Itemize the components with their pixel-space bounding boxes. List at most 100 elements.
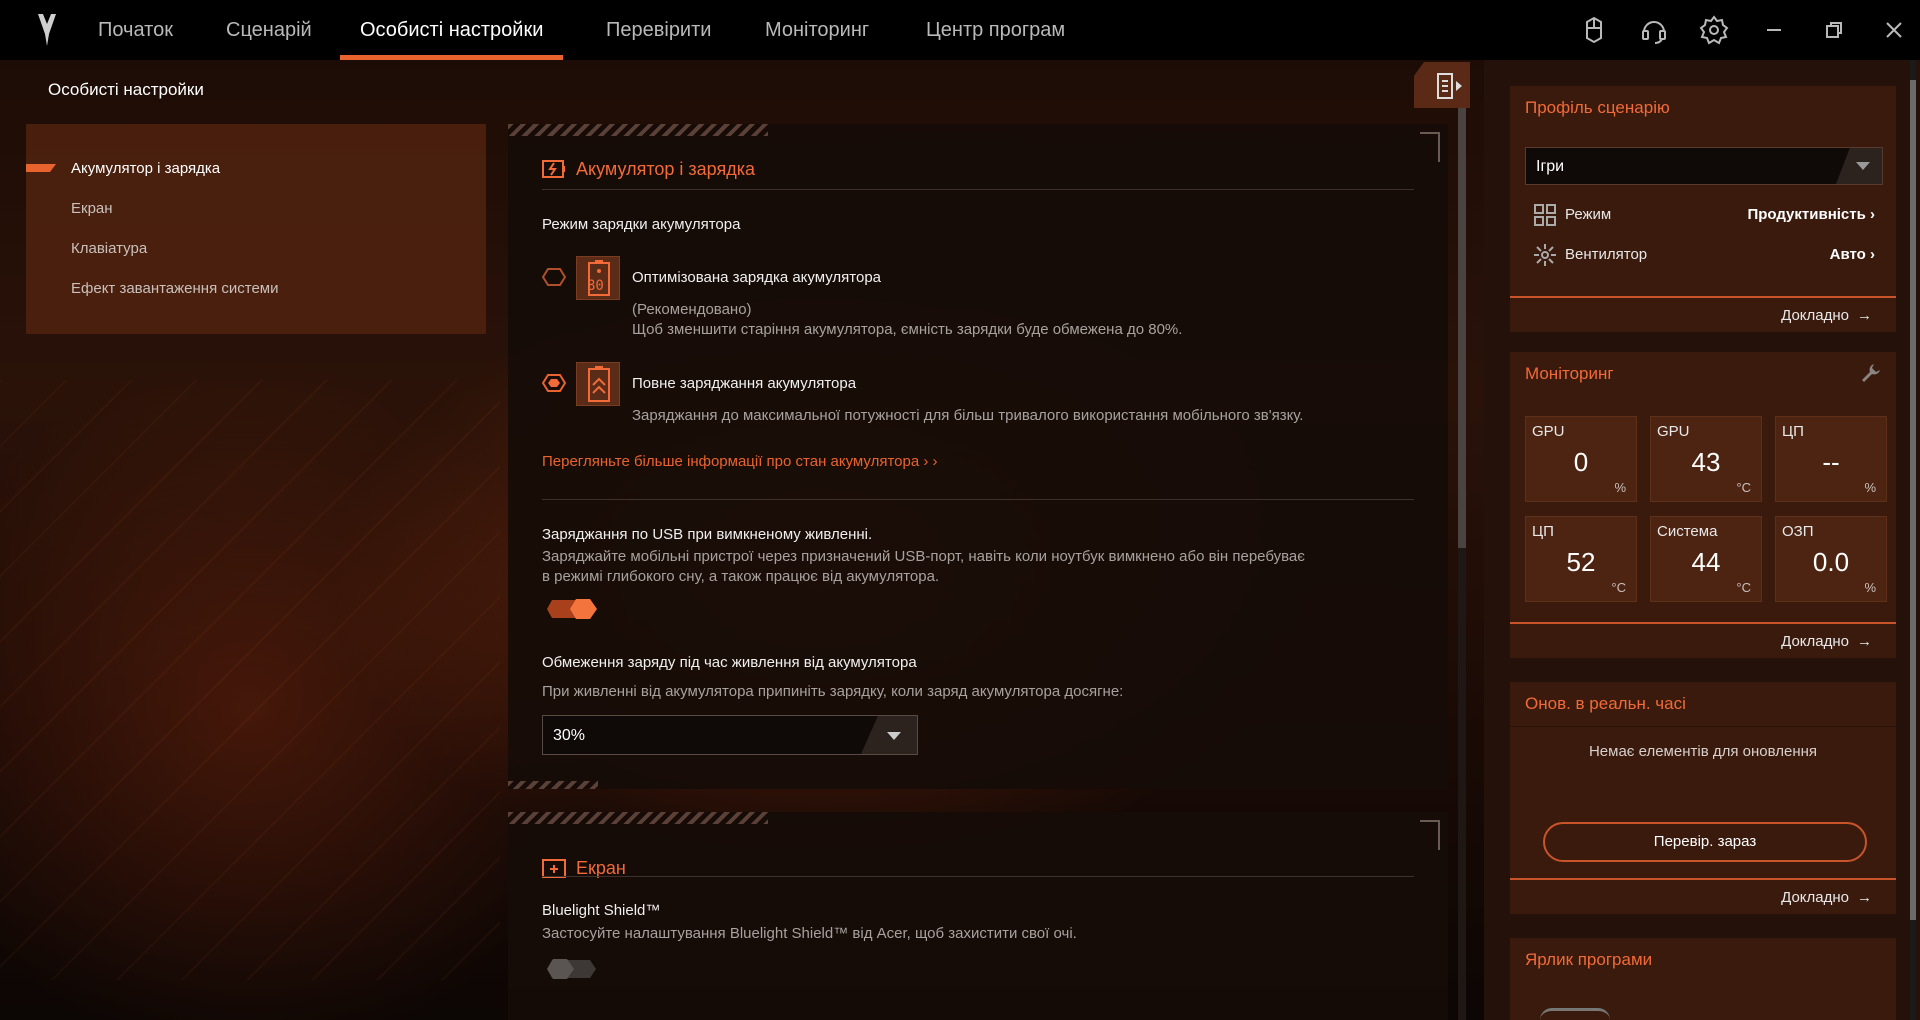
check-now-label: Перевір. зараз bbox=[1653, 833, 1757, 850]
mouse-icon[interactable] bbox=[1578, 14, 1610, 46]
radio-optimized-charging[interactable] bbox=[542, 268, 566, 286]
tile-label: GPU bbox=[1657, 423, 1690, 440]
tile-value: -- bbox=[1822, 447, 1840, 477]
usb-charging-desc-line1: Заряджайте мобільні пристрої через призн… bbox=[542, 548, 1305, 565]
panel-decoration bbox=[508, 781, 598, 789]
menu-item-keyboard[interactable]: Клавіатура bbox=[71, 240, 147, 257]
monitor-tile-cpu-load: ЦП -- % bbox=[1775, 416, 1887, 502]
monitor-tile-system-temp: Система 44 °C bbox=[1650, 516, 1762, 602]
tile-value: 0 bbox=[1573, 447, 1589, 477]
tile-value: 0.0 bbox=[1812, 547, 1850, 577]
fan-icon bbox=[1534, 244, 1556, 266]
tile-label: ОЗП bbox=[1782, 523, 1814, 540]
panel-decoration bbox=[508, 812, 768, 824]
screen-section-header: Екран bbox=[542, 853, 626, 883]
panel-corner bbox=[1420, 132, 1440, 162]
profile-more-link[interactable]: Докладно → bbox=[1781, 307, 1872, 324]
realtime-more-label: Докладно bbox=[1781, 889, 1849, 906]
optimized-charging-title: Оптимізована зарядка акумулятора bbox=[632, 269, 882, 286]
close-icon[interactable] bbox=[1878, 14, 1910, 46]
tile-value: 44 bbox=[1691, 547, 1721, 577]
realtime-footer: Докладно → bbox=[1510, 878, 1896, 914]
active-marker bbox=[26, 164, 56, 172]
radio-full-charging[interactable] bbox=[542, 374, 566, 392]
fan-label: Вентилятор bbox=[1565, 246, 1648, 263]
battery-charge-icon bbox=[542, 160, 565, 178]
chevron-down-icon bbox=[861, 716, 917, 754]
fan-row[interactable]: Вентилятор Авто › bbox=[1525, 240, 1883, 270]
divider bbox=[542, 876, 1414, 877]
menu-item-screen[interactable]: Екран bbox=[71, 200, 113, 217]
check-now-button[interactable]: Перевір. зараз bbox=[1543, 822, 1867, 862]
tile-unit: % bbox=[1864, 480, 1876, 495]
sidebar-scrollbar-thumb[interactable] bbox=[1910, 80, 1916, 920]
tab-scenario[interactable]: Сценарій bbox=[206, 0, 332, 60]
tile-label: Система bbox=[1657, 523, 1718, 540]
monitor-tile-ram: ОЗП 0.0 % bbox=[1775, 516, 1887, 602]
mode-row[interactable]: Режим Продуктивність › bbox=[1525, 200, 1883, 230]
top-bar: Початок Сценарій Особисті настройки Пере… bbox=[0, 0, 1920, 60]
arrow-right-icon: → bbox=[1857, 633, 1872, 650]
tile-label: ЦП bbox=[1782, 423, 1804, 440]
tab-check[interactable]: Перевірити bbox=[586, 0, 731, 60]
charge-limit-select[interactable]: 30% bbox=[542, 715, 918, 755]
tile-label: GPU bbox=[1532, 423, 1565, 440]
main-scrollbar[interactable] bbox=[1458, 108, 1466, 1020]
battery-section-header: Акумулятор і зарядка bbox=[542, 154, 755, 184]
collapse-panel-button[interactable] bbox=[1414, 62, 1470, 108]
panel-decoration bbox=[508, 124, 768, 136]
mode-value: Продуктивність › bbox=[1747, 206, 1875, 223]
tile-unit: % bbox=[1614, 480, 1626, 495]
monitor-tile-cpu-temp: ЦП 52 °C bbox=[1525, 516, 1637, 602]
arrow-right-icon: → bbox=[1857, 307, 1872, 324]
arrow-right-icon: → bbox=[1857, 889, 1872, 906]
bluelight-title: Bluelight Shield™ bbox=[542, 902, 661, 919]
sidebar-scrollbar[interactable] bbox=[1910, 60, 1916, 1020]
charge-limit-desc: При живленні від акумулятора припиніть з… bbox=[542, 683, 1124, 700]
app-shortcut-card: Ярлик програми bbox=[1510, 938, 1896, 1020]
scenario-profile-title: Профіль сценарію bbox=[1525, 98, 1670, 117]
monitoring-more-link[interactable]: Докладно → bbox=[1781, 633, 1872, 650]
tile-unit: °C bbox=[1611, 580, 1626, 595]
tab-personal-settings[interactable]: Особисті настройки bbox=[340, 0, 564, 60]
tab-monitoring[interactable]: Моніторинг bbox=[745, 0, 889, 60]
scenario-profile-select[interactable]: Ігри bbox=[1525, 147, 1883, 185]
usb-charging-toggle[interactable] bbox=[546, 598, 600, 620]
profile-footer: Докладно → bbox=[1510, 296, 1896, 332]
optimized-charging-desc: Щоб зменшити старіння акумулятора, ємніс… bbox=[632, 321, 1183, 338]
menu-item-boot-effect[interactable]: Ефект завантаження системи bbox=[71, 280, 279, 297]
battery-80-text: 80 bbox=[587, 278, 604, 294]
tab-home[interactable]: Початок bbox=[78, 0, 193, 60]
tile-unit: °C bbox=[1736, 480, 1751, 495]
bluelight-desc: Застосуйте налаштування Bluelight Shield… bbox=[542, 925, 1077, 942]
chevron-down-icon bbox=[1836, 148, 1882, 184]
charge-limit-value: 30% bbox=[553, 727, 586, 744]
app-shortcut-thumbnail[interactable] bbox=[1540, 1008, 1610, 1020]
minimize-icon[interactable] bbox=[1758, 14, 1790, 46]
settings-gear-icon[interactable] bbox=[1698, 14, 1730, 46]
headset-icon[interactable] bbox=[1638, 14, 1670, 46]
main-scrollbar-thumb[interactable] bbox=[1458, 108, 1466, 548]
wrench-icon[interactable] bbox=[1860, 362, 1882, 384]
battery-section-title: Акумулятор і зарядка bbox=[576, 158, 755, 179]
predator-logo-icon[interactable] bbox=[36, 12, 58, 48]
monitor-tile-gpu-temp: GPU 43 °C bbox=[1650, 416, 1762, 502]
battery-info-link[interactable]: Перегляньте більше інформації про стан а… bbox=[542, 453, 938, 470]
menu-item-battery[interactable]: Акумулятор і зарядка bbox=[71, 160, 220, 177]
bluelight-toggle[interactable] bbox=[546, 958, 600, 980]
optimized-charging-icon: 80 bbox=[576, 256, 620, 300]
full-charging-desc: Заряджання до максимальної потужності дл… bbox=[632, 407, 1304, 424]
profile-more-label: Докладно bbox=[1781, 307, 1849, 324]
fan-value: Авто › bbox=[1829, 246, 1875, 263]
restore-icon[interactable] bbox=[1818, 14, 1850, 46]
divider bbox=[542, 499, 1414, 500]
realtime-empty-text: Немає елементів для оновлення bbox=[1588, 743, 1818, 760]
realtime-more-link[interactable]: Докладно → bbox=[1781, 889, 1872, 906]
tab-app-center[interactable]: Центр програм bbox=[906, 0, 1085, 60]
collapse-icon bbox=[1437, 73, 1462, 99]
page-title: Особисті настройки bbox=[48, 80, 204, 99]
tile-label: ЦП bbox=[1532, 523, 1554, 540]
usb-charging-title: Заряджання по USB при вимкненому живленн… bbox=[542, 526, 873, 543]
optimized-charging-recommended: (Рекомендовано) bbox=[632, 301, 752, 318]
screen-panel: Екран Bluelight Shield™ Застосуйте налаш… bbox=[508, 812, 1448, 1020]
